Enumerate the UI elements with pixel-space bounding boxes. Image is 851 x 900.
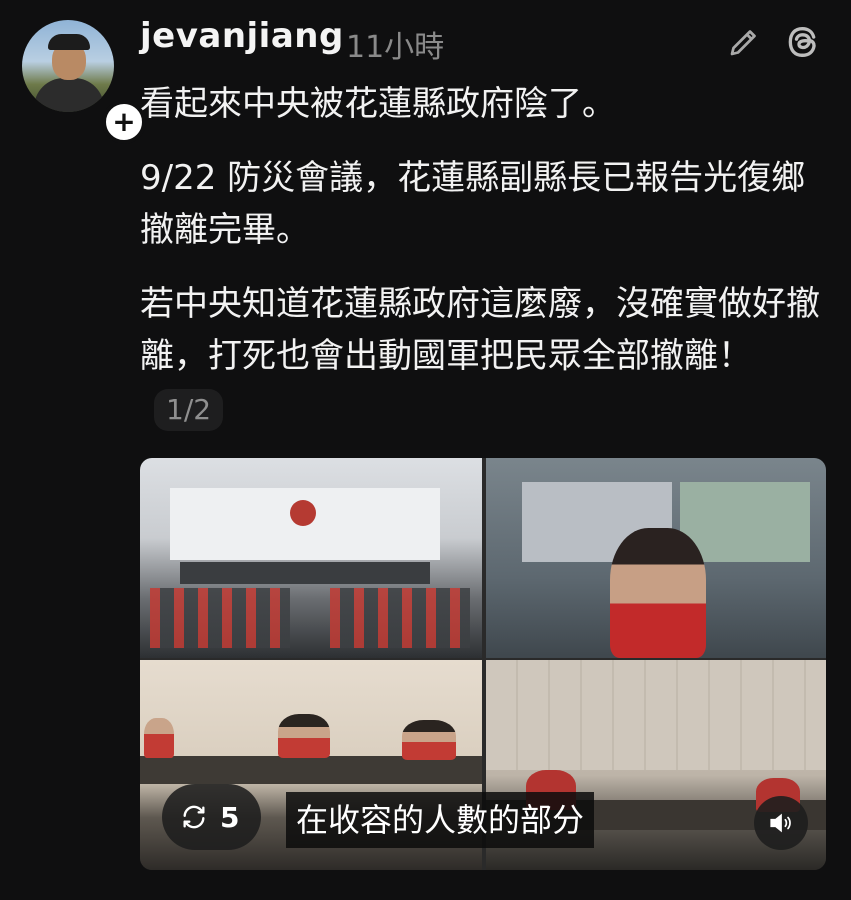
video-pane-meeting-hall <box>140 458 482 658</box>
avatar[interactable] <box>22 20 114 112</box>
username[interactable]: jevanjiang <box>140 16 344 56</box>
officials-desk <box>140 756 482 784</box>
post-video[interactable]: 5 在收容的人數的部分 <box>140 458 826 870</box>
speaker-figure <box>610 528 706 658</box>
repost-icon <box>183 805 205 829</box>
post-paragraph-3-text: 若中央知道花蓮縣政府這麼廢，沒確實做好撤離，打死也會出動國軍把民眾全部撤離！ <box>140 284 820 376</box>
hall-delegates-left <box>150 588 290 648</box>
avatar-body-shape <box>34 78 104 112</box>
post-paragraph-2: 9/22 防災會議，花蓮縣副縣長已報告光復鄉撤離完畢。 <box>140 158 806 250</box>
post-paragraph-3: 若中央知道花蓮縣政府這麼廢，沒確實做好撤離，打死也會出動國軍把民眾全部撤離！ 1/… <box>140 278 830 434</box>
timestamp: 11小時 <box>346 30 445 65</box>
repost-button[interactable]: 5 <box>162 784 262 850</box>
pencil-icon[interactable] <box>726 24 762 60</box>
speaker-icon <box>770 813 791 833</box>
avatar-cap-shape <box>48 34 90 50</box>
plus-icon: + <box>112 105 136 138</box>
repost-count: 5 <box>220 800 240 834</box>
hall-emblem <box>290 500 316 526</box>
official-figure-3 <box>402 720 456 760</box>
video-caption: 在收容的人數的部分 <box>286 792 595 848</box>
sound-toggle-button[interactable] <box>754 796 808 850</box>
post-paragraph-1: 看起來中央被花蓮縣政府陰了。 <box>140 84 616 124</box>
threads-logo-icon[interactable] <box>782 22 822 62</box>
page-indicator: 1/2 <box>154 388 224 431</box>
video-pane-speaker <box>486 458 826 658</box>
author-avatar-wrapper[interactable]: + <box>22 20 146 144</box>
official-figure-1 <box>144 718 174 758</box>
official-figure-2 <box>278 714 330 758</box>
speaker-screen-right <box>680 482 810 562</box>
hall-front-desk <box>180 562 430 584</box>
room-wall-panel <box>486 660 826 770</box>
hall-delegates-right <box>330 588 470 648</box>
